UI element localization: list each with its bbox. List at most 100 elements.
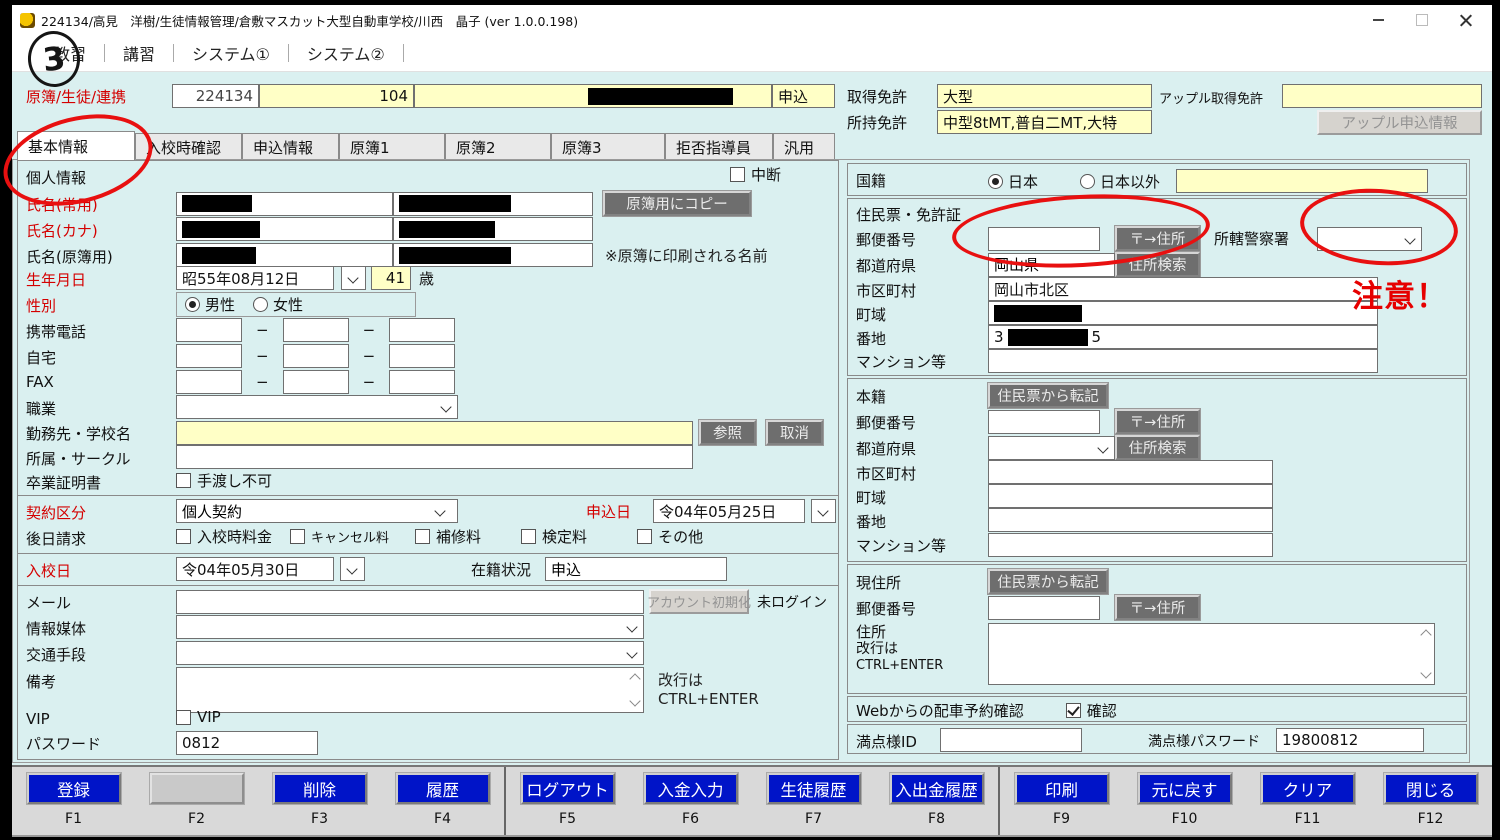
copy-to-genbo-button[interactable]: 原簿用にコピー — [603, 191, 751, 216]
name-genbo-last-field[interactable] — [176, 243, 393, 267]
tab-general[interactable]: 汎用 — [773, 133, 835, 160]
honseki-copy-from-juminhyo-button[interactable]: 住民票から転記 — [988, 383, 1108, 408]
entry-date-field[interactable]: 令04年05月30日 — [176, 557, 334, 581]
remarks-textarea[interactable] — [176, 667, 644, 713]
nationality-other-radio[interactable] — [1080, 174, 1095, 189]
juminhyo-address-search-button[interactable]: 住所検索 — [1115, 252, 1200, 277]
mobile-field-3[interactable] — [389, 318, 455, 342]
birth-dropdown-button[interactable] — [341, 266, 366, 290]
tab-genbo3[interactable]: 原簿3 — [551, 133, 665, 160]
apple-application-button[interactable]: アップル申込情報 — [1317, 110, 1482, 135]
billing-exam-fee-checkbox[interactable] — [521, 529, 536, 544]
billing-entry-fee-checkbox[interactable] — [176, 529, 191, 544]
workplace-cancel-button[interactable]: 取消 — [766, 420, 823, 445]
honseki-pref-select[interactable] — [988, 436, 1115, 460]
honseki-mansion-field[interactable] — [988, 533, 1273, 557]
app-date-dropdown-button[interactable] — [811, 499, 836, 523]
home-field-3[interactable] — [389, 344, 455, 368]
menu-system1[interactable]: システム① — [174, 41, 288, 65]
juminhyo-postal-field[interactable] — [988, 227, 1100, 251]
police-station-select[interactable] — [1317, 227, 1422, 251]
web-confirm-checkbox[interactable] — [1066, 703, 1081, 718]
billing-cancel-fee-checkbox[interactable] — [290, 529, 305, 544]
delete-button[interactable]: 削除 — [273, 773, 367, 804]
genjusho-postal-field[interactable] — [988, 596, 1100, 620]
tab-entry-check[interactable]: 入校時確認 — [135, 133, 242, 160]
name-common-first-field[interactable] — [393, 192, 593, 216]
manten-id-field[interactable] — [940, 728, 1082, 752]
juminhyo-pref-select[interactable]: 岡山県 — [988, 253, 1115, 277]
manten-pw-field[interactable]: 19800812 — [1276, 728, 1424, 752]
home-field-2[interactable] — [283, 344, 349, 368]
transport-select[interactable] — [176, 641, 644, 665]
mail-field[interactable] — [176, 590, 644, 614]
tab-basic-info[interactable]: 基本情報 — [17, 131, 135, 160]
scroll-down-icon[interactable] — [629, 695, 640, 706]
register-button[interactable]: 登録 — [27, 773, 121, 804]
mobile-field-1[interactable] — [176, 318, 242, 342]
honseki-postal-field[interactable] — [988, 410, 1100, 434]
close-form-button[interactable]: 閉じる — [1384, 773, 1478, 804]
name-kana-first-field[interactable] — [393, 217, 593, 241]
genjusho-postal-to-address-button[interactable]: 〒→住所 — [1115, 595, 1200, 620]
tab-application-info[interactable]: 申込情報 — [242, 133, 339, 160]
scroll-down-icon[interactable] — [1420, 667, 1431, 678]
honseki-city-field[interactable] — [988, 460, 1273, 484]
home-field-1[interactable] — [176, 344, 242, 368]
grad-cert-checkbox[interactable] — [176, 473, 191, 488]
juminhyo-banchi-field[interactable]: 3 5 — [988, 325, 1378, 349]
student-history-button[interactable]: 生徒履歴 — [767, 773, 861, 804]
fax-field-2[interactable] — [283, 370, 349, 394]
honseki-postal-to-address-button[interactable]: 〒→住所 — [1115, 409, 1200, 434]
circle-field[interactable] — [176, 445, 693, 469]
genjusho-copy-from-juminhyo-button[interactable]: 住民票から転記 — [988, 569, 1108, 594]
minimize-button[interactable] — [1356, 6, 1400, 34]
honseki-banchi-field[interactable] — [988, 508, 1273, 532]
birth-field[interactable]: 昭55年08月12日 — [176, 266, 334, 290]
scroll-up-icon[interactable] — [1420, 629, 1431, 640]
age-field[interactable]: 41 — [371, 266, 411, 290]
enrollment-select[interactable]: 申込 — [545, 557, 727, 581]
fax-field-1[interactable] — [176, 370, 242, 394]
billing-other-checkbox[interactable] — [637, 529, 652, 544]
entry-date-dropdown-button[interactable] — [340, 557, 365, 581]
logout-button[interactable]: ログアウト — [521, 773, 615, 804]
juminhyo-city-field[interactable]: 岡山市北区 — [988, 277, 1378, 301]
student-name-field[interactable] — [414, 84, 772, 108]
name-genbo-first-field[interactable] — [393, 243, 593, 267]
nationality-other-field[interactable] — [1176, 169, 1428, 193]
license-acquire-field[interactable]: 大型 — [937, 84, 1152, 108]
cashflow-history-button[interactable]: 入出金履歴 — [890, 773, 984, 804]
media-select[interactable] — [176, 615, 644, 639]
gender-female-radio[interactable] — [253, 297, 268, 312]
workplace-field[interactable] — [176, 421, 693, 445]
fax-field-3[interactable] — [389, 370, 455, 394]
billing-repair-fee-checkbox[interactable] — [415, 529, 430, 544]
honseki-town-field[interactable] — [988, 484, 1273, 508]
honseki-address-search-button[interactable]: 住所検索 — [1115, 435, 1200, 460]
job-select[interactable] — [176, 395, 458, 419]
status-field[interactable]: 申込 — [772, 84, 835, 108]
close-button[interactable] — [1444, 6, 1488, 34]
clear-button[interactable]: クリア — [1261, 773, 1355, 804]
app-date-field[interactable]: 令04年05月25日 — [653, 499, 805, 523]
juminhyo-postal-to-address-button[interactable]: 〒→住所 — [1115, 226, 1200, 251]
apple-license-field[interactable] — [1282, 84, 1482, 108]
contract-select[interactable]: 個人契約 — [176, 499, 458, 523]
menu-system2[interactable]: システム② — [289, 41, 403, 65]
password-field[interactable]: 0812 — [176, 731, 318, 755]
tab-refused-instructor[interactable]: 拒否指導員 — [665, 133, 773, 160]
juminhyo-mansion-field[interactable] — [988, 349, 1378, 373]
student-no-field[interactable]: 104 — [259, 84, 414, 108]
record-no-field[interactable]: 224134 — [172, 84, 259, 108]
f2-button[interactable] — [150, 773, 244, 804]
tab-genbo1[interactable]: 原簿1 — [339, 133, 445, 160]
account-init-button[interactable]: アカウント初期化 — [649, 589, 749, 614]
menu-kyoshu[interactable]: 教習 — [36, 41, 104, 65]
workplace-ref-button[interactable]: 参照 — [699, 420, 756, 445]
name-kana-last-field[interactable] — [176, 217, 393, 241]
undo-button[interactable]: 元に戻す — [1138, 773, 1232, 804]
maximize-button[interactable] — [1400, 6, 1444, 34]
payment-entry-button[interactable]: 入金入力 — [644, 773, 738, 804]
license-held-field[interactable]: 中型8tMT,普自二MT,大特 — [937, 110, 1152, 134]
